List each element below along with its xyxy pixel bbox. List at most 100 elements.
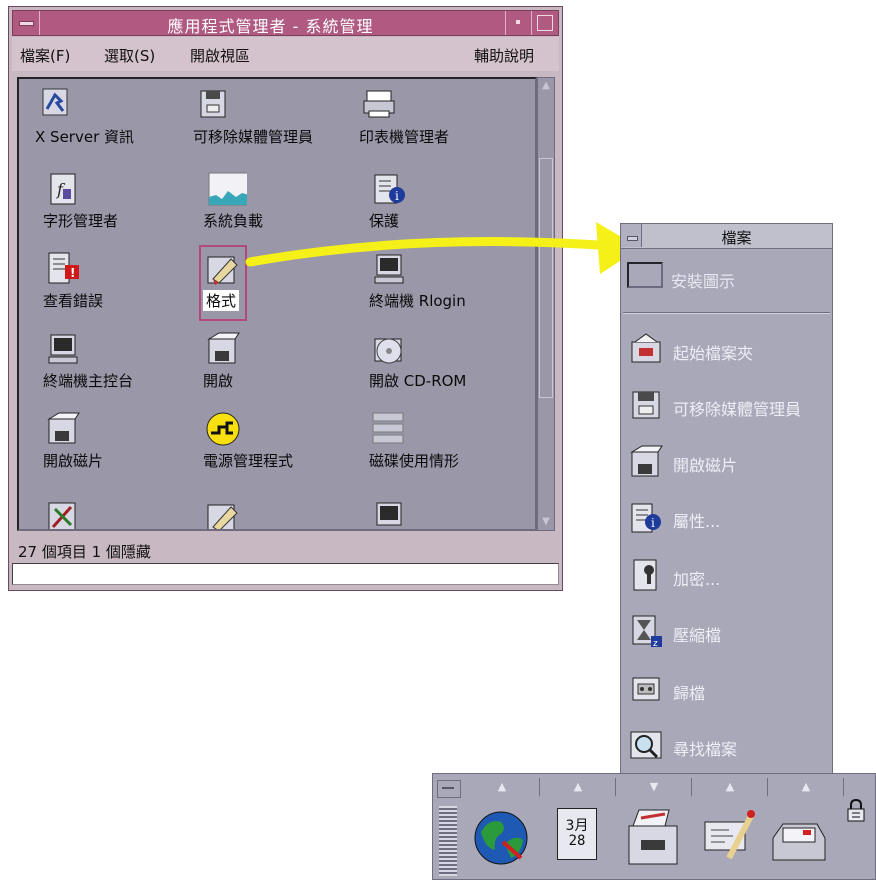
- svg-text:i: i: [395, 189, 399, 203]
- file-manager-icon[interactable]: [625, 804, 685, 868]
- menu-select[interactable]: 選取(S): [104, 45, 155, 66]
- grid-item-format[interactable]: 格式: [203, 251, 375, 323]
- calendar-icon[interactable]: 3月 28: [551, 804, 611, 868]
- subpanel-item-archive[interactable]: 歸檔: [629, 672, 829, 710]
- subpanel-item-encrypt[interactable]: 加密...: [629, 558, 829, 596]
- format-icon[interactable]: [205, 499, 241, 531]
- subpanel-item-removable-media[interactable]: 可移除媒體管理員: [629, 388, 829, 426]
- grid-item-terminal-rlogin[interactable]: 終端機 Rlogin: [369, 251, 535, 323]
- item-label: 開啟磁片: [43, 452, 104, 470]
- item-label: 可移除媒體管理員: [193, 128, 314, 146]
- item-label: 開啟 CD-ROM: [369, 372, 467, 390]
- printer-icon: [363, 90, 395, 118]
- encrypt-icon: [633, 559, 657, 591]
- item-label: 起始檔案夾: [673, 344, 754, 363]
- minimize-button[interactable]: [505, 11, 532, 35]
- subpanel-menu-button[interactable]: [621, 224, 642, 247]
- menu-file[interactable]: 檔案(F): [20, 45, 70, 66]
- subpanel-arrow-up-icon[interactable]: ▲: [769, 778, 844, 796]
- calendar-day: 28: [568, 833, 586, 849]
- grid-item-open-diskette[interactable]: 開啟磁片: [43, 411, 215, 483]
- mail-compose-icon[interactable]: [699, 804, 759, 868]
- grid-item-removable-media[interactable]: 可移除媒體管理員: [193, 87, 365, 159]
- font-manager-icon: f: [50, 173, 76, 205]
- grid-item-protect[interactable]: i 保護: [369, 171, 535, 243]
- inbox-icon[interactable]: [769, 804, 829, 868]
- subpanel-item-compress[interactable]: z 壓縮檔: [629, 614, 829, 652]
- subpanel-item-find-file[interactable]: 尋找檔案: [629, 728, 829, 766]
- item-label: 印表機管理者: [359, 128, 450, 146]
- subpanel-arrow-up-icon[interactable]: ▲: [541, 778, 616, 796]
- scroll-up-arrow-icon[interactable]: ▲: [540, 80, 552, 92]
- subpanel-title-bar[interactable]: 檔案: [621, 224, 832, 249]
- grid-item-font-manager[interactable]: f 字形管理者: [43, 171, 215, 243]
- item-label: 終端機 Rlogin: [369, 292, 466, 310]
- menu-bar: 檔案(F) 選取(S) 開啟視區 輔助說明: [12, 37, 559, 71]
- grid-item-x-server[interactable]: X Server 資訊: [35, 87, 207, 159]
- scroll-thumb[interactable]: [539, 158, 553, 398]
- terminal-icon: [374, 254, 404, 284]
- scroll-down-arrow-icon[interactable]: ▼: [540, 516, 552, 528]
- disk-usage-icon: [372, 412, 404, 444]
- grid-item-system-load[interactable]: 系統負載: [203, 171, 375, 243]
- home-folder-icon: [631, 333, 661, 363]
- system-load-icon: [208, 172, 247, 206]
- terminal-icon[interactable]: [371, 499, 407, 531]
- subpanel-item-home-folder[interactable]: 起始檔案夾: [629, 332, 829, 370]
- maximize-button[interactable]: [531, 11, 558, 35]
- menu-open-view[interactable]: 開啟視區: [190, 45, 250, 66]
- grid-item-console-terminal[interactable]: 終端機主控台: [43, 331, 215, 403]
- install-drop-box[interactable]: [627, 262, 663, 288]
- grid-item-open[interactable]: 開啟: [203, 331, 375, 403]
- item-label: 壓縮檔: [673, 626, 722, 645]
- open-diskette-icon: [630, 445, 663, 477]
- title-bar[interactable]: 應用程式管理者 - 系統管理: [12, 10, 559, 36]
- item-label: 開啟磁片: [673, 456, 738, 475]
- svg-text:i: i: [651, 516, 655, 530]
- subpanel-item-properties[interactable]: i 屬性...: [629, 500, 829, 538]
- cdrom-icon: [374, 338, 402, 364]
- globe-icon[interactable]: [471, 804, 531, 868]
- grid-item-printer-manager[interactable]: 印表機管理者: [359, 87, 531, 159]
- front-panel-menu-button[interactable]: [437, 780, 461, 798]
- item-label: 可移除媒體管理員: [673, 400, 802, 419]
- subpanel-arrow-up-icon[interactable]: ▲: [465, 778, 540, 796]
- removable-media-icon: [200, 90, 226, 118]
- front-panel-handle[interactable]: [435, 778, 463, 878]
- icon-view: X Server 資訊 可移除媒體管理員 印表機管理者 f 字形管理者 系統負載…: [17, 77, 537, 531]
- front-panel-grip[interactable]: [439, 806, 457, 876]
- properties-icon: i: [631, 503, 661, 533]
- x-server-icon: [42, 88, 68, 116]
- calendar-month: 3月: [565, 818, 589, 834]
- grid-item-disk-usage[interactable]: 磁碟使用情形: [369, 411, 535, 483]
- view-errors-icon: !: [48, 252, 79, 284]
- item-label: 屬性...: [673, 512, 721, 531]
- lock-icon[interactable]: [845, 798, 867, 824]
- front-panel: ▲ ▲ ▼ ▲ ▲ 3月 28: [432, 773, 876, 880]
- item-label: 開啟: [203, 372, 234, 390]
- removable-media-icon: [632, 391, 660, 419]
- install-label: 安裝圖示: [671, 272, 736, 291]
- item-label: 字形管理者: [43, 212, 119, 230]
- app-manager-window: 應用程式管理者 - 系統管理 檔案(F) 選取(S) 開啟視區 輔助說明 X S…: [8, 6, 563, 591]
- vertical-scrollbar[interactable]: ▲ ▼: [537, 77, 555, 531]
- item-label: 格式: [203, 290, 240, 311]
- subpanel-arrow-down-icon[interactable]: ▼: [617, 778, 692, 796]
- menu-help[interactable]: 輔助說明: [474, 45, 534, 66]
- grid-item-power-manager[interactable]: 電源管理程式: [203, 411, 375, 483]
- grid-item-view-errors[interactable]: ! 查看錯誤: [43, 251, 215, 323]
- protect-info-icon: i: [374, 174, 405, 204]
- power-manager-icon: [206, 412, 240, 446]
- format-icon: [207, 256, 238, 285]
- open-diskette-icon: [47, 412, 80, 444]
- item-label: 系統負載: [203, 212, 264, 230]
- item-label: 查看錯誤: [43, 292, 104, 310]
- item-label: 保護: [369, 212, 400, 230]
- compress-icon: z: [632, 615, 662, 648]
- status-bar: 27 個項目 1 個隱藏: [12, 539, 559, 561]
- subpanel-item-open-diskette[interactable]: 開啟磁片: [629, 444, 829, 482]
- tools-icon[interactable]: [45, 499, 81, 531]
- grid-item-open-cdrom[interactable]: 開啟 CD-ROM: [369, 331, 535, 403]
- subpanel-arrow-up-icon[interactable]: ▲: [693, 778, 768, 796]
- window-menu-button[interactable]: [13, 11, 40, 35]
